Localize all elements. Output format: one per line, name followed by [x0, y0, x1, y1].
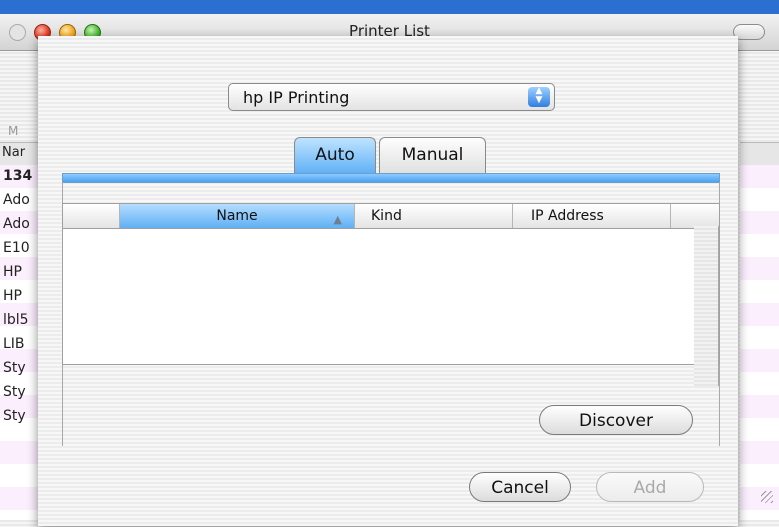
column-header-name-label: Name	[216, 208, 258, 224]
background-header-label: Nar	[2, 145, 26, 160]
list-item[interactable]: Ado	[3, 216, 33, 232]
background-list-header: Nar	[0, 142, 38, 166]
desktop-background-strip	[0, 0, 779, 14]
list-item[interactable]: Sty	[3, 360, 33, 376]
resize-grip-icon[interactable]	[761, 491, 773, 503]
column-header-name[interactable]: Name ▲	[120, 204, 355, 228]
background-right-header	[740, 142, 779, 166]
list-item[interactable]: LIB	[3, 336, 33, 352]
column-header-blank	[63, 204, 120, 228]
background-list: M Nar 134 Ado Ado E10 HP HP lbl5 LIB Sty…	[0, 50, 38, 520]
background-right-column	[740, 50, 779, 520]
background-right-rows	[740, 165, 779, 520]
popup-arrows-icon: ▲ ▼	[528, 87, 550, 107]
background-list-rows: 134 Ado Ado E10 HP HP lbl5 LIB Sty Sty S…	[0, 165, 38, 520]
add-button[interactable]: Add	[596, 472, 704, 502]
list-item[interactable]: Ado	[3, 192, 33, 208]
table-header: Name ▲ Kind IP Address	[63, 204, 719, 229]
column-header-filler	[672, 204, 719, 228]
list-item[interactable]: Sty	[3, 408, 33, 424]
tab-manual[interactable]: Manual	[379, 137, 486, 174]
connection-type-value: hp IP Printing	[243, 88, 350, 107]
printer-table[interactable]: Name ▲ Kind IP Address	[62, 203, 720, 365]
discover-button[interactable]: Discover	[539, 405, 693, 435]
connection-type-popup[interactable]: hp IP Printing ▲ ▼	[228, 83, 555, 111]
cancel-button[interactable]: Cancel	[469, 472, 571, 502]
list-item[interactable]: HP	[3, 288, 33, 304]
list-item[interactable]: lbl5	[3, 312, 33, 328]
list-item[interactable]: E10	[3, 240, 33, 256]
printer-list-sheet: hp IP Printing ▲ ▼ Auto Manual Name ▲ Kin…	[38, 36, 738, 526]
sort-ascending-icon: ▲	[333, 213, 342, 226]
table-scrollbar[interactable]	[694, 226, 719, 386]
list-item[interactable]: HP	[3, 264, 33, 280]
column-header-kind[interactable]: Kind	[355, 204, 513, 228]
tab-auto[interactable]: Auto	[294, 137, 376, 174]
column-header-ip-address[interactable]: IP Address	[514, 204, 671, 228]
list-item[interactable]: Sty	[3, 384, 33, 400]
background-label: M	[8, 124, 19, 138]
list-item[interactable]: 134	[3, 168, 33, 184]
